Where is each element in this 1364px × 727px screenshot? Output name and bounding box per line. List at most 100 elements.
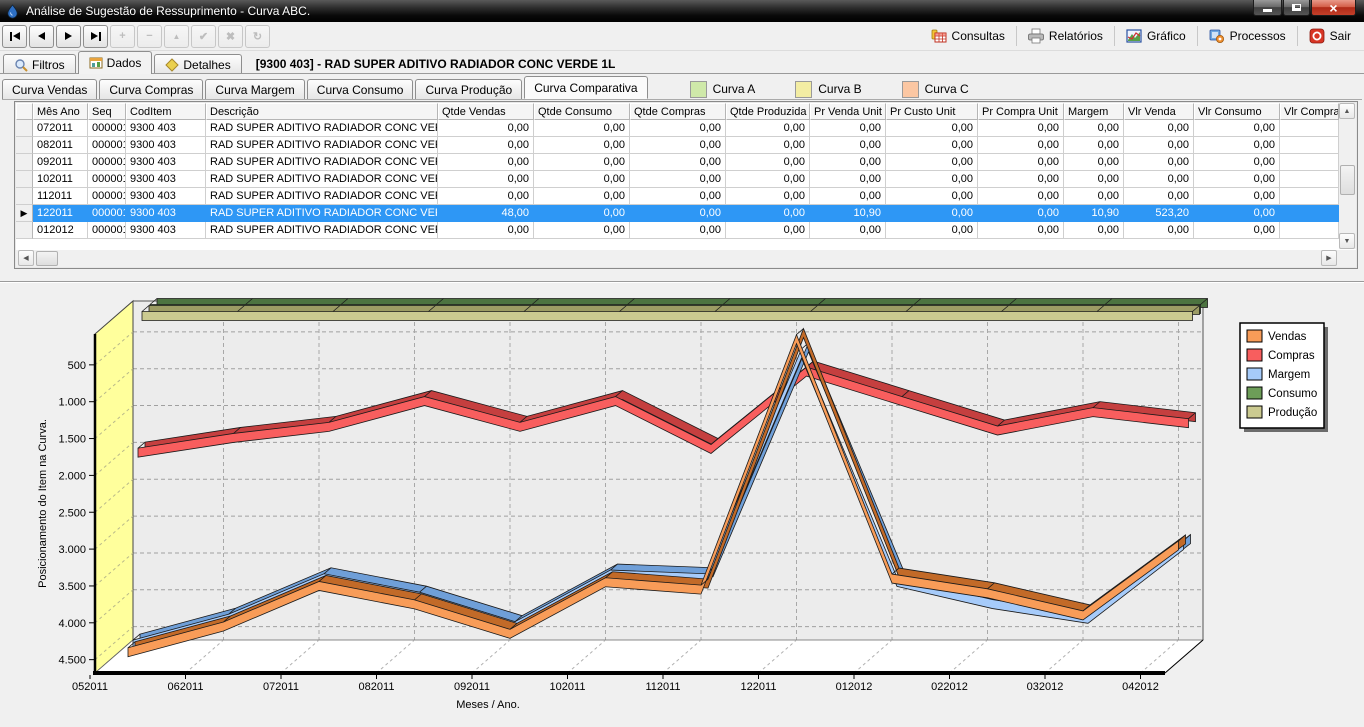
tab-detalhes[interactable]: Detalhes xyxy=(154,54,241,74)
grid-cell[interactable]: 0,00 xyxy=(978,171,1064,188)
grid-cell[interactable]: 0,00 xyxy=(630,171,726,188)
grid-cell[interactable]: 0,00 xyxy=(1064,171,1124,188)
grid-cell[interactable]: 0,00 xyxy=(1064,137,1124,154)
grid-cell[interactable]: 0,00 xyxy=(726,188,810,205)
consultas-button[interactable]: Consultas xyxy=(922,25,1014,47)
grid-column-header[interactable]: Qtde Compras xyxy=(630,103,726,120)
grid-cell[interactable] xyxy=(1280,154,1339,171)
subtab-curva-comparativa[interactable]: Curva Comparativa xyxy=(524,76,647,99)
subtab-curva-margem[interactable]: Curva Margem xyxy=(205,79,304,99)
grid-cell[interactable]: 0,00 xyxy=(886,205,978,222)
grid-cell[interactable]: 9300 403 xyxy=(126,222,206,239)
grid-cell[interactable]: 000001 xyxy=(88,205,126,222)
nav-next-button[interactable] xyxy=(56,25,81,48)
grid-cell[interactable]: 102011 xyxy=(33,171,88,188)
subtab-curva-vendas[interactable]: Curva Vendas xyxy=(2,79,97,99)
subtab-curva-compras[interactable]: Curva Compras xyxy=(99,79,203,99)
grid-column-header[interactable]: Margem xyxy=(1064,103,1124,120)
grid-cell[interactable]: 0,00 xyxy=(726,205,810,222)
maximize-button[interactable] xyxy=(1283,0,1310,16)
grid-cell[interactable]: 0,00 xyxy=(726,171,810,188)
grid-cell[interactable]: 0,00 xyxy=(438,137,534,154)
grid-cell[interactable]: 000001 xyxy=(88,120,126,137)
vertical-scroll-thumb[interactable] xyxy=(1340,165,1355,195)
grid-cell[interactable]: 9300 403 xyxy=(126,154,206,171)
grid-cell[interactable]: 112011 xyxy=(33,188,88,205)
grid-cell[interactable]: 0,00 xyxy=(534,205,630,222)
grid-cell[interactable]: 0,00 xyxy=(726,137,810,154)
grid-column-header[interactable]: Pr Compra Unit xyxy=(978,103,1064,120)
grid-cell[interactable]: 0,00 xyxy=(1064,222,1124,239)
grid-cell[interactable]: 0,00 xyxy=(534,222,630,239)
grid-cell[interactable]: 0,00 xyxy=(978,154,1064,171)
grid-cell[interactable]: 0,00 xyxy=(810,137,886,154)
close-button[interactable]: × xyxy=(1311,0,1356,16)
grid-cell[interactable] xyxy=(1280,188,1339,205)
grid-cell[interactable]: RAD SUPER ADITIVO RADIADOR CONC VERDE 1L xyxy=(206,222,438,239)
grid-column-header[interactable]: Pr Custo Unit xyxy=(886,103,978,120)
nav-delete-button[interactable]: − xyxy=(137,25,162,48)
grid-cell[interactable]: 0,00 xyxy=(1124,188,1194,205)
grid-cell[interactable] xyxy=(1280,205,1339,222)
grid-column-header[interactable]: Seq xyxy=(88,103,126,120)
horizontal-scrollbar[interactable] xyxy=(16,250,1356,267)
grid-cell[interactable]: 0,00 xyxy=(978,222,1064,239)
grid-cell[interactable]: 0,00 xyxy=(534,137,630,154)
grid-cell[interactable]: 000001 xyxy=(88,222,126,239)
grid-cell[interactable]: 0,00 xyxy=(1124,137,1194,154)
grid-cell[interactable]: 9300 403 xyxy=(126,171,206,188)
grid-cell[interactable]: 0,00 xyxy=(810,154,886,171)
grid-cell[interactable]: 0,00 xyxy=(886,137,978,154)
horizontal-scroll-thumb[interactable] xyxy=(36,251,58,266)
grid-cell[interactable]: 0,00 xyxy=(810,188,886,205)
grid-cell[interactable]: 0,00 xyxy=(1124,154,1194,171)
nav-cancel-button[interactable]: ✖ xyxy=(218,25,243,48)
nav-last-button[interactable] xyxy=(83,25,108,48)
relatorios-button[interactable]: Relatórios xyxy=(1019,25,1112,47)
grid-cell[interactable]: 000001 xyxy=(88,137,126,154)
grid-cell[interactable]: 012012 xyxy=(33,222,88,239)
subtab-curva-consumo[interactable]: Curva Consumo xyxy=(307,79,414,99)
grid-cell[interactable]: 0,00 xyxy=(1194,137,1280,154)
sair-button[interactable]: Sair xyxy=(1300,25,1360,47)
grid-cell[interactable]: 0,00 xyxy=(534,188,630,205)
grid-cell[interactable]: 0,00 xyxy=(534,154,630,171)
grid-cell[interactable]: 0,00 xyxy=(1124,222,1194,239)
grid-cell[interactable]: 082011 xyxy=(33,137,88,154)
scroll-down-button[interactable]: ▼ xyxy=(1339,233,1355,249)
nav-prior-button[interactable] xyxy=(29,25,54,48)
grid-cell[interactable] xyxy=(1280,222,1339,239)
grid-cell[interactable]: 000001 xyxy=(88,188,126,205)
grid-cell[interactable]: 48,00 xyxy=(438,205,534,222)
grid-cell[interactable] xyxy=(1280,137,1339,154)
processos-button[interactable]: Processos xyxy=(1200,25,1295,47)
scroll-up-button[interactable]: ▲ xyxy=(1339,103,1355,119)
grid-column-header[interactable]: Vlr Venda xyxy=(1124,103,1194,120)
grid-cell[interactable]: 9300 403 xyxy=(126,137,206,154)
grid-cell[interactable]: 0,00 xyxy=(1194,205,1280,222)
grid-cell[interactable]: 0,00 xyxy=(1194,154,1280,171)
grid-cell[interactable]: 0,00 xyxy=(630,222,726,239)
grid-cell[interactable]: 0,00 xyxy=(1194,120,1280,137)
grid-column-header[interactable]: Descrição xyxy=(206,103,438,120)
grid-cell[interactable]: RAD SUPER ADITIVO RADIADOR CONC VERDE 1L xyxy=(206,205,438,222)
grid-cell[interactable]: 0,00 xyxy=(978,205,1064,222)
grid-column-header[interactable]: Qtde Vendas xyxy=(438,103,534,120)
grid-cell[interactable]: 0,00 xyxy=(1064,188,1124,205)
grid-cell[interactable]: 0,00 xyxy=(726,120,810,137)
grid-column-header[interactable]: Mês Ano xyxy=(33,103,88,120)
grid-cell[interactable]: 0,00 xyxy=(438,120,534,137)
grid-cell[interactable]: 0,00 xyxy=(1194,222,1280,239)
grid-cell[interactable]: 0,00 xyxy=(630,188,726,205)
grid-cell[interactable]: 10,90 xyxy=(1064,205,1124,222)
grid-cell[interactable]: 0,00 xyxy=(438,154,534,171)
grid-cell[interactable]: 0,00 xyxy=(630,154,726,171)
grid-cell[interactable]: 0,00 xyxy=(886,171,978,188)
grid-column-header[interactable]: Vlr Compra xyxy=(1280,103,1339,120)
grid-cell[interactable] xyxy=(1280,120,1339,137)
scroll-right-button[interactable]: ▶ xyxy=(1321,250,1337,266)
nav-post-button[interactable]: ✔ xyxy=(191,25,216,48)
grid-cell[interactable]: 0,00 xyxy=(1124,120,1194,137)
grid-cell[interactable]: 000001 xyxy=(88,171,126,188)
grid-cell[interactable]: 0,00 xyxy=(630,205,726,222)
